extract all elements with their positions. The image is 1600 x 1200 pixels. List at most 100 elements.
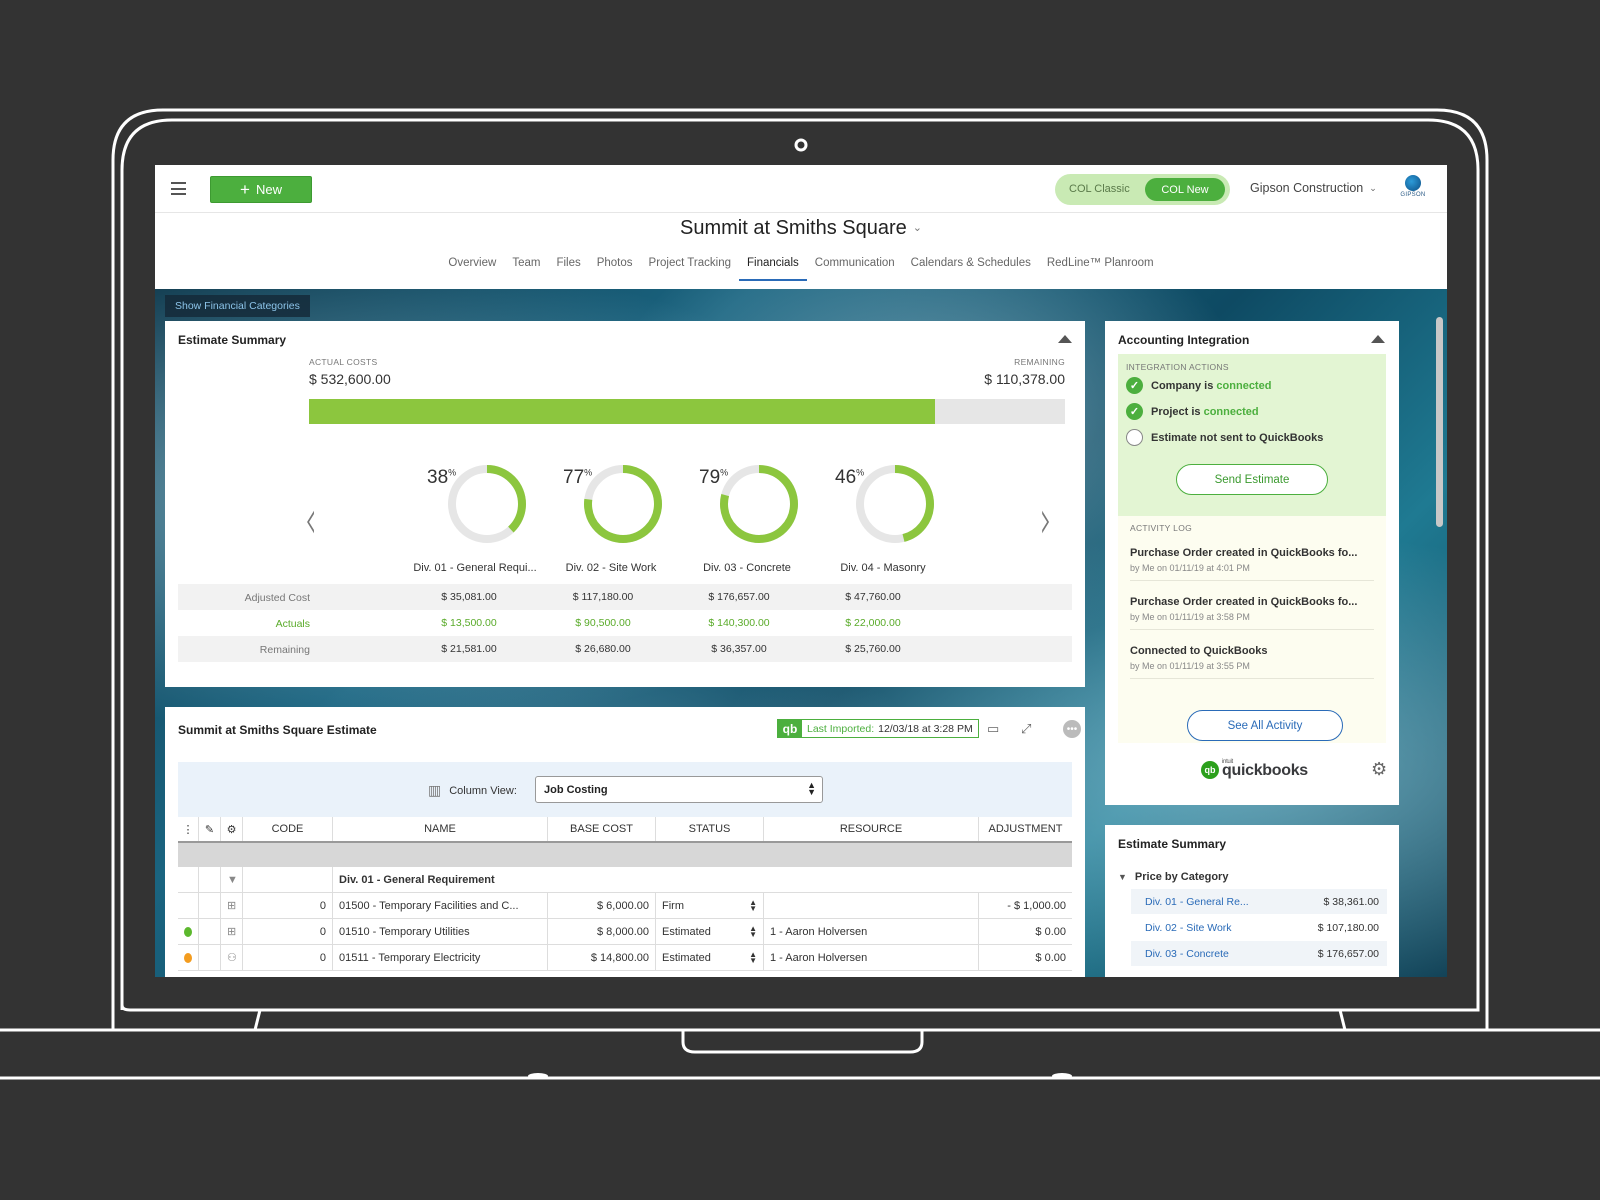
adjustment-cell: $ 0.00	[1035, 925, 1066, 938]
users-icon: ⚇	[221, 945, 243, 970]
group-toggle[interactable]: ▼	[221, 867, 243, 892]
adjustment-cell: - $ 1,000.00	[1007, 899, 1066, 912]
name-cell: 01510 - Temporary Utilities	[333, 919, 548, 944]
status-dot-cell	[178, 919, 199, 944]
column-view-value: Job Costing	[544, 784, 608, 796]
log-item[interactable]: Purchase Order created in QuickBooks fo.…	[1130, 596, 1374, 630]
column-view-label-group: ▥ Column View:	[428, 782, 517, 799]
tab-files[interactable]: Files	[548, 257, 588, 281]
estimate-summary-card: Estimate Summary ACTUAL COSTS $ 532,600.…	[165, 321, 1085, 687]
tab-overview[interactable]: Overview	[440, 257, 504, 281]
category-row[interactable]: Div. 03 - Concrete $ 176,657.00	[1131, 941, 1387, 966]
project-connected-status: ✓ Project is connected	[1126, 403, 1259, 420]
check-icon: ✓	[1126, 377, 1143, 394]
row-label: Remaining	[259, 644, 310, 656]
log-item[interactable]: Purchase Order created in QuickBooks fo.…	[1130, 547, 1374, 581]
columns-icon[interactable]: ▭	[987, 721, 999, 737]
tab-photos[interactable]: Photos	[589, 257, 641, 281]
menu-icon[interactable]	[171, 182, 186, 195]
cell: $ 36,357.00	[711, 643, 767, 655]
category-value: $ 176,657.00	[1317, 948, 1379, 960]
status-select[interactable]: Firm ▲ ▼	[656, 893, 764, 918]
column-header-code[interactable]: CODE	[243, 817, 333, 841]
note-icon: ✎	[199, 817, 221, 841]
company-name: Gipson Construction	[1250, 181, 1364, 195]
summary-row-remaining: Remaining $ 21,581.00 $ 26,680.00 $ 36,3…	[178, 636, 1072, 662]
log-item[interactable]: Connected to QuickBooks by Me on 01/11/1…	[1130, 645, 1374, 679]
column-header-resource[interactable]: RESOURCE	[764, 817, 979, 841]
resource-cell: 1 - Aaron Holversen	[764, 919, 979, 944]
empty-cell	[199, 867, 221, 892]
col-new-option[interactable]: COL New	[1145, 178, 1225, 201]
card-title: Estimate Summary	[178, 333, 287, 347]
status-dot-cell	[178, 893, 199, 918]
category-name: Div. 02 - Site Work	[1145, 922, 1232, 934]
collapse-icon[interactable]	[1371, 335, 1385, 343]
name-cell: 01500 - Temporary Facilities and C...	[333, 893, 548, 918]
log-title: Connected to QuickBooks	[1130, 645, 1268, 657]
cell: $ 21,581.00	[441, 643, 497, 655]
collapse-icon[interactable]	[1058, 335, 1072, 343]
status-prefix: Project is	[1151, 405, 1201, 418]
column-view-select[interactable]: Job Costing ▲ ▼	[535, 776, 823, 803]
table-row[interactable]: ⚇ 0 01511 - Temporary Electricity $ 14,8…	[178, 945, 1072, 971]
hierarchy-icon: ⊞	[221, 919, 243, 944]
accounting-integration-card: Accounting Integration INTEGRATION ACTIO…	[1105, 321, 1399, 805]
company-selector[interactable]: Gipson Construction ⌄	[1250, 181, 1377, 195]
column-header-adjustment[interactable]: ADJUSTMENT	[979, 817, 1072, 841]
category-row[interactable]: Div. 02 - Site Work $ 107,180.00	[1131, 915, 1387, 940]
show-financial-categories-button[interactable]: Show Financial Categories	[165, 295, 310, 317]
tab-communication[interactable]: Communication	[807, 257, 903, 281]
carousel-next-icon[interactable]: ›	[1040, 493, 1052, 547]
column-header-name[interactable]: NAME	[333, 817, 548, 841]
activity-log: ACTIVITY LOG Purchase Order created in Q…	[1118, 516, 1386, 743]
summary-row-actuals: Actuals $ 13,500.00 $ 90,500.00 $ 140,30…	[178, 610, 1072, 636]
log-title: Purchase Order created in QuickBooks fo.…	[1130, 547, 1358, 559]
column-header-base-cost[interactable]: BASE COST	[548, 817, 656, 841]
page-scrollbar[interactable]	[1436, 317, 1443, 527]
triangle-down-icon: ▼	[1118, 872, 1127, 882]
carousel-prev-icon[interactable]: ‹	[305, 493, 317, 547]
status-connected: connected	[1216, 379, 1272, 392]
tab-financials[interactable]: Financials	[738, 257, 807, 281]
hierarchy-icon: ⊞	[221, 893, 243, 918]
category-name: Div. 03 - Concrete	[1145, 948, 1229, 960]
send-estimate-button[interactable]: Send Estimate	[1176, 464, 1328, 495]
category-row[interactable]: Div. 01 - General Re... $ 38,361.00	[1131, 889, 1387, 914]
tab-redline-planroom[interactable]: RedLine™ Planroom	[1039, 257, 1162, 281]
tab-calendars-schedules[interactable]: Calendars & Schedules	[903, 257, 1039, 281]
log-sub: by Me on 01/11/19 at 4:01 PM	[1130, 563, 1250, 573]
price-by-category-toggle[interactable]: ▼ Price by Category	[1118, 871, 1228, 883]
app-screen: + New COL Classic COL New Gipson Constru…	[155, 165, 1447, 977]
empty-cell	[199, 893, 221, 918]
status-dot	[184, 926, 192, 937]
card-title: Estimate Summary	[1118, 837, 1227, 851]
see-all-activity-button[interactable]: See All Activity	[1187, 710, 1343, 741]
status-select[interactable]: Estimated ▲ ▼	[656, 945, 764, 970]
estimate-table-card: Summit at Smiths Square Estimate qb Last…	[165, 707, 1085, 977]
cell: $ 90,500.00	[575, 617, 631, 629]
more-options-icon[interactable]: •••	[1063, 720, 1081, 738]
col-classic-option[interactable]: COL Classic	[1069, 183, 1130, 195]
card-title: Summit at Smiths Square Estimate	[178, 723, 377, 737]
status-value: Estimated	[662, 925, 711, 938]
integration-actions-label: INTEGRATION ACTIONS	[1126, 362, 1229, 372]
table-row[interactable]: ⊞ 0 01500 - Temporary Facilities and C..…	[178, 893, 1072, 919]
gear-icon[interactable]: ⚙	[1371, 759, 1387, 780]
group-row[interactable]: ▼ Div. 01 - General Requirement	[178, 867, 1072, 893]
column-header-status[interactable]: STATUS	[656, 817, 764, 841]
status-select[interactable]: Estimated ▲ ▼	[656, 919, 764, 944]
expand-icon[interactable]: ⤢	[1021, 721, 1031, 737]
estimate-grid: ⋮ ✎ ⚙ CODE NAME BASE COST STATUS RESOURC…	[178, 817, 1072, 971]
project-tabs: Overview Team Files Photos Project Track…	[155, 257, 1447, 281]
activity-log-label: ACTIVITY LOG	[1130, 523, 1193, 533]
tab-project-tracking[interactable]: Project Tracking	[641, 257, 739, 281]
resource-cell	[764, 893, 979, 918]
project-title-selector[interactable]: Summit at Smiths Square ⌄	[155, 217, 1447, 240]
table-row[interactable]: ⊞ 0 01510 - Temporary Utilities $ 8,000.…	[178, 919, 1072, 945]
chevron-down-icon: ⌄	[1369, 182, 1377, 193]
gear-icon[interactable]: ⚙	[221, 817, 243, 841]
new-button[interactable]: + New	[210, 176, 312, 203]
cell: $ 35,081.00	[441, 591, 497, 603]
tab-team[interactable]: Team	[504, 257, 548, 281]
